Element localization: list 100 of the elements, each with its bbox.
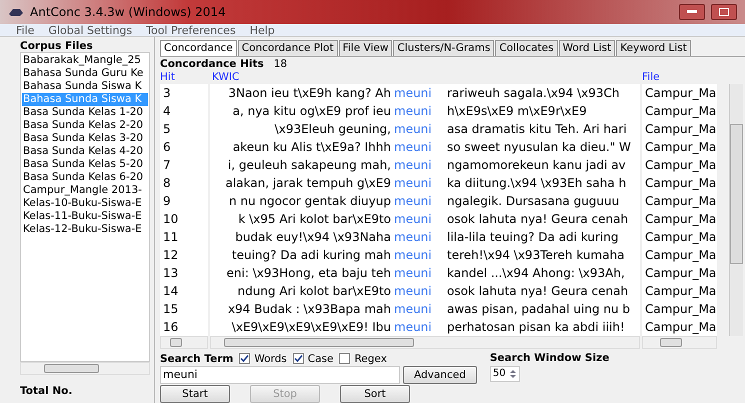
window-title: AntConc 3.4.3w (Windows) 2014 [30,5,226,19]
panel-title: Corpus Files [20,40,94,52]
menu-item[interactable]: Help [250,24,275,36]
menu-item[interactable]: Tool Preferences [146,24,236,36]
maximize-button[interactable] [711,4,737,20]
file-name: Campur_Ma [642,174,717,192]
file-item[interactable]: Basa Sunda Kelas 2-20 [22,119,148,132]
keyword: meuni [394,175,433,192]
keyword: meuni [394,301,433,318]
file-name: Campur_Ma [642,192,717,210]
file-item[interactable]: Bahasa Sunda Guru Ke [22,67,148,80]
column-header[interactable]: Hit [160,71,212,84]
right-context: h\xE9s\xE9 m\xE9r\xE9 [447,103,588,120]
right-context: ngamomorekeun kanu jadi av [447,157,627,174]
file-name: Campur_Ma [642,264,717,282]
scrollbar[interactable] [160,336,208,349]
keyword: meuni [394,283,433,300]
right-context: ka diitung.\x94 \x93Eh saha h [447,175,628,192]
file-item[interactable]: Campur_Mangle 2013- [22,184,148,197]
left-context: teuing? Da adi kuring mah [230,247,391,264]
hit-number: 5 [160,120,208,138]
left-context: \xE9\xE9\xE9\xE9\xE9! Ibu [230,319,391,336]
keyword: meuni [394,229,433,246]
tab[interactable]: Concordance Plot [238,40,338,56]
hit-number: 6 [160,138,208,156]
file-item[interactable]: Basa Sunda Kelas 1-20 [22,106,148,119]
keyword: meuni [394,265,433,282]
tab[interactable]: Concordance [160,40,237,56]
file-name: Campur_Ma [642,318,717,336]
hits-label: Concordance Hits [160,58,264,70]
search-field[interactable]: meuni [160,366,400,384]
menu-item[interactable]: File [16,24,34,36]
hit-number: 9 [160,192,208,210]
hit-number: 11 [160,228,208,246]
file-item[interactable]: Kelas-12-Buku-Siswa-E [22,223,148,236]
minimize-button[interactable] [679,4,705,20]
right-context: awas pisan, padahal uing nu b [447,301,632,318]
right-context: kandel ...\x94 Ahong: \x93Ah, [447,265,626,282]
scrollbar[interactable] [20,362,150,375]
right-context: perhatosan pisan ka abdi iiih! [447,319,626,336]
right-context: ngalegik. Dursasana guguuu [447,193,620,210]
file-item[interactable]: Bahasa Sunda Siswa K [22,80,148,93]
left-context: x94 Budak : \x93Bapa mah [226,301,391,318]
file-name: Campur_Ma [642,282,717,300]
keyword: meuni [394,121,433,138]
file-item[interactable]: Kelas-11-Buku-Siswa-E [22,210,148,223]
keyword: meuni [394,319,433,336]
right-context: tereh!\x94 \x93Tereh kumaha [447,247,626,264]
scrollbar[interactable] [642,336,717,349]
advanced-button[interactable]: Advanced [403,366,477,384]
hit-number: 15 [160,300,208,318]
scrollbar[interactable] [210,336,640,349]
column-header[interactable]: KWIC [212,71,642,84]
keyword: meuni [394,193,433,210]
tab[interactable]: Collocates [495,40,558,56]
file-name: Campur_Ma [642,210,717,228]
checkbox[interactable] [339,353,350,364]
menu-item[interactable]: Global Settings [48,24,132,36]
left-context: budak euy!\x94 \x93Naha [234,229,391,246]
window-size-spinner[interactable]: 50 [490,366,520,382]
hit-number: 7 [160,156,208,174]
right-context: osok lahuta nya! Geura cenah [447,211,630,228]
left-context: 3Naon ieu t\xE9h kang? Ah [227,85,391,102]
hit-number: 4 [160,102,208,120]
file-item[interactable]: Basa Sunda Kelas 4-20 [22,145,148,158]
right-context: asa dramatis kitu Teh. Ari hari [447,121,628,138]
tab[interactable]: Keyword List [616,40,691,56]
tab[interactable]: Word List [558,40,616,56]
file-item[interactable]: Babarakak_Mangle_25 [22,54,148,67]
hit-number: 16 [160,318,208,336]
file-item[interactable]: Basa Sunda Kelas 3-20 [22,132,148,145]
window-size-label: Search Window Size [490,352,610,364]
app-icon [8,6,24,18]
keyword: meuni [394,211,433,228]
right-context: lila-lila teuing? Da adi kuring [447,229,620,246]
tab[interactable]: File View [338,40,392,56]
file-name: Campur_Ma [642,156,717,174]
hit-number: 13 [160,264,208,282]
keyword: meuni [394,157,433,174]
file-item[interactable]: Kelas-10-Buku-Siswa-E [22,197,148,210]
scrollbar[interactable] [729,84,743,336]
left-context: akeun ku Alis t\xE9a? Ihhh [232,139,391,156]
checkbox[interactable] [292,353,304,364]
column-header[interactable]: File [642,71,722,84]
file-item[interactable]: Basa Sunda Kelas 5-20 [22,158,148,171]
file-name: Campur_Ma [642,246,717,264]
file-name: Campur_Ma [642,228,717,246]
tab[interactable]: Clusters/N-Grams [393,40,494,56]
file-name: Campur_Ma [642,138,717,156]
action-button[interactable]: Start [160,385,230,403]
file-item[interactable]: Basa Sunda Kelas 6-20 [22,171,148,184]
checkbox-label: Regex [354,352,387,365]
action-button[interactable]: Sort [340,385,410,403]
search-term-label: Search Term [160,352,234,365]
hit-number: 8 [160,174,208,192]
hit-number: 10 [160,210,208,228]
left-context: n nu ngocor gentak diuyup [228,193,391,210]
left-context: \x93Eleuh geuning, [274,121,391,138]
file-name: Campur_Ma [642,84,717,102]
checkbox[interactable] [239,353,250,364]
